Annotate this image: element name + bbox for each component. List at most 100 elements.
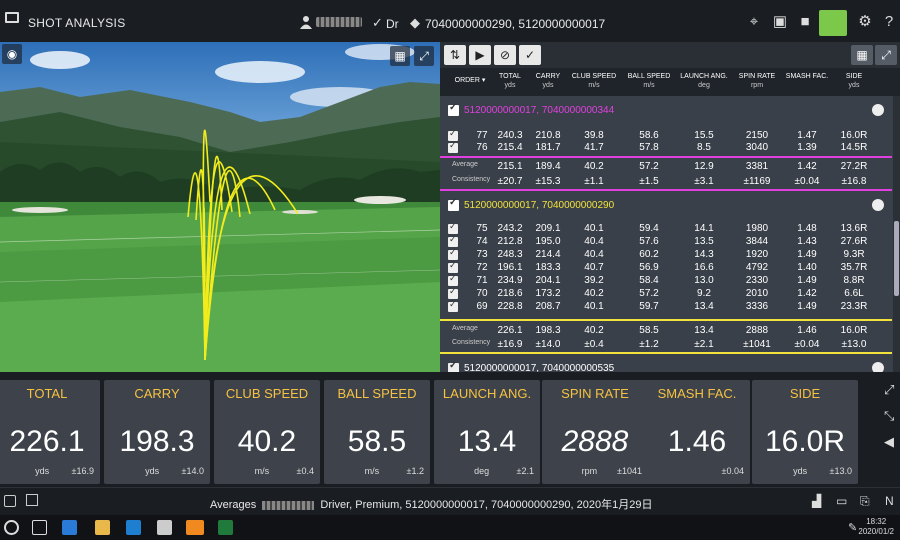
top-bar: SHOT ANALYSIS ✓ Dr ◆ 7040000000290, 5120… [0, 0, 900, 42]
table-scrollbar[interactable] [893, 96, 900, 372]
pen-icon[interactable]: ✎ [848, 521, 857, 534]
row-checkbox[interactable] [448, 234, 458, 247]
averages-summary: Averages Driver, Premium, 5120000000017,… [210, 499, 653, 511]
table-row[interactable]: 71 234.9 204.1 39.2 58.4 13.0 2330 1.49 8.8R [440, 273, 892, 287]
mail-icon[interactable] [157, 520, 172, 535]
metric-box-ball-speed[interactable]: BALL SPEED 58.5 m/s ±1.2 [324, 380, 430, 484]
copy-icon[interactable] [26, 494, 38, 506]
globe-icon[interactable] [872, 199, 884, 211]
group-header[interactable]: 5120000000017, 7040000000290 [440, 195, 892, 217]
group-header[interactable]: 5120000000017, 7040000000344 [440, 100, 892, 122]
table-cell: 60.2 [639, 249, 659, 260]
row-checkbox[interactable] [448, 260, 458, 273]
metric-box-club-speed[interactable]: CLUB SPEED 40.2 m/s ±0.4 [214, 380, 320, 484]
table-cell: 3336 [745, 301, 769, 312]
screenshot-icon[interactable]: ▣ [771, 13, 789, 31]
globe-icon[interactable] [872, 362, 884, 372]
export-icon[interactable]: ⎘ [860, 494, 870, 509]
system-clock[interactable]: 18:32 2020/01/2 [858, 517, 894, 537]
store-icon[interactable] [126, 520, 141, 535]
table-cell: 70 [476, 288, 488, 299]
col-launch-angle[interactable]: LAUNCH ANG. deg [676, 72, 732, 90]
col-spin-rate[interactable]: SPIN RATE rpm [734, 72, 780, 90]
table-row[interactable]: 70 218.6 173.2 40.2 57.2 9.2 2010 1.42 6.6L [440, 286, 892, 300]
table-row[interactable]: 72 196.1 183.3 40.7 56.9 16.6 4792 1.40 35.7R [440, 260, 892, 274]
table-row[interactable]: 75 243.2 209.1 40.1 59.4 14.1 1980 1.48 13.6R [440, 221, 892, 235]
metric-box-spin-rate[interactable]: SPIN RATE 2888 rpm ±1041 [542, 380, 648, 484]
row-checkbox[interactable] [448, 221, 458, 234]
grid-view-icon[interactable]: ▦ [390, 46, 410, 66]
gear-icon[interactable]: ⚙ [856, 13, 874, 31]
left-icon[interactable] [4, 495, 16, 507]
col-order[interactable]: ORDER ▾ [450, 76, 490, 85]
row-checkbox[interactable] [448, 299, 458, 312]
col-smash-factor[interactable]: SMASH FAC. [782, 72, 832, 81]
metric-box-total[interactable]: TOTAL 226.1 yds ±16.9 [0, 380, 100, 484]
user-name-redacted [316, 17, 362, 27]
globe-icon[interactable] [872, 104, 884, 116]
col-ball-speed[interactable]: BALL SPEED m/s [624, 72, 674, 90]
row-checkbox[interactable] [448, 273, 458, 286]
average-row-label: Average [452, 161, 478, 168]
table-cell: 77 [476, 130, 488, 141]
table-cell: 27.6R [840, 236, 868, 247]
fullscreen-icon[interactable]: ⤢ [884, 382, 894, 398]
fullscreen-icon[interactable]: ⤢ [414, 46, 434, 66]
trajectory-3d-view[interactable]: ◉ ▦ ⤢ [0, 42, 440, 372]
app-icon[interactable] [186, 520, 204, 535]
sort-icon[interactable]: ⇅ [444, 45, 466, 65]
table-cell: 57.8 [639, 142, 659, 153]
metric-box-launch-ang[interactable]: LAUNCH ANG. 13.4 deg ±2.1 [434, 380, 540, 484]
grid-icon[interactable]: ▦ [851, 45, 873, 65]
table-row[interactable]: 74 212.8 195.0 40.4 57.6 13.5 3844 1.43 27.6R [440, 234, 892, 248]
n-button[interactable]: N [885, 494, 894, 508]
session-label: 7040000000290, 5120000000017 [425, 17, 606, 31]
chart-icon[interactable]: ▟ [812, 494, 821, 508]
group-checkbox[interactable] [448, 360, 459, 372]
table-row[interactable]: 77 240.3 210.8 39.8 58.6 15.5 2150 1.47 16.0R [440, 128, 892, 142]
table-cell: 1.49 [797, 275, 817, 286]
table-row[interactable]: 69 228.8 208.7 40.1 59.7 13.4 3336 1.49 23.3R [440, 299, 892, 313]
help-icon[interactable]: ? [880, 13, 898, 31]
table-cell: 2330 [745, 275, 769, 286]
group-checkbox[interactable] [448, 102, 459, 116]
group-checkbox[interactable] [448, 197, 459, 211]
metric-box-carry[interactable]: CARRY 198.3 yds ±14.0 [104, 380, 210, 484]
table-cell: ±0.04 [794, 339, 820, 350]
row-checkbox[interactable] [448, 140, 458, 153]
flag-icon[interactable]: ▶ [469, 45, 491, 65]
excel-icon[interactable] [218, 520, 233, 535]
table-row[interactable]: 76 215.4 181.7 41.7 57.8 8.5 3040 1.39 14.5R [440, 140, 892, 154]
row-checkbox[interactable] [448, 247, 458, 260]
expand-icon[interactable]: ⤢ [875, 45, 897, 65]
col-club-speed[interactable]: CLUB SPEED m/s [568, 72, 620, 90]
consistency-row: Consistency ±20.7 ±15.3 ±1.1 ±1.5 ±3.1 ±1169 ±0… [440, 174, 892, 189]
metric-box-side[interactable]: SIDE 16.0R yds ±13.0 [752, 380, 858, 484]
table-cell: 14.3 [694, 249, 714, 260]
camera-icon[interactable]: ◉ [2, 44, 22, 64]
scroll-thumb[interactable] [894, 221, 899, 296]
start-search-icon[interactable] [4, 520, 19, 535]
group-header[interactable]: 5120000000017, 7040000000535 [440, 358, 892, 372]
col-total[interactable]: TOTAL yds [492, 72, 528, 90]
club-filter-icon[interactable]: ✓ [519, 45, 541, 65]
table-cell: 218.6 [497, 288, 523, 299]
file-explorer-icon[interactable] [95, 520, 110, 535]
target-icon[interactable]: ⌖ [745, 13, 763, 31]
row-checkbox[interactable] [448, 286, 458, 299]
table-cell: ±15.3 [535, 176, 561, 187]
table-row[interactable]: 73 248.3 214.4 40.4 60.2 14.3 1920 1.49 9.3R [440, 247, 892, 261]
task-view-icon[interactable] [32, 520, 47, 535]
comment-icon[interactable]: ▭ [836, 494, 847, 508]
table-cell: 243.2 [497, 223, 523, 234]
video-icon[interactable]: ■ [796, 13, 814, 31]
edge-browser-icon[interactable] [62, 520, 77, 535]
metric-box-smash-fac[interactable]: SMASH FAC. 1.46 ±0.04 [644, 380, 750, 484]
col-side[interactable]: SIDE yds [836, 72, 872, 90]
hide-icon[interactable]: ⊘ [494, 45, 516, 65]
collapse-icon[interactable]: ⤡ [884, 408, 894, 424]
col-carry[interactable]: CARRY yds [530, 72, 566, 90]
view-toggle-button[interactable] [819, 10, 847, 36]
speaker-icon[interactable]: ◀ [884, 434, 894, 450]
folder-icon[interactable] [5, 12, 19, 23]
